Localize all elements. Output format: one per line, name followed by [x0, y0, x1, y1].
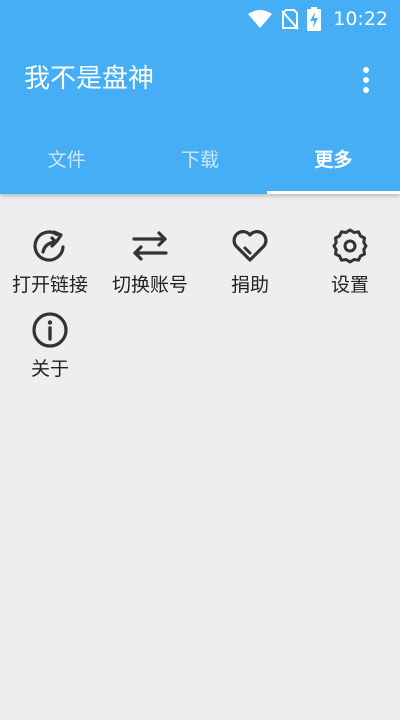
tab-downloads[interactable]: 下载: [133, 128, 266, 194]
tab-label: 文件: [47, 148, 86, 171]
status-bar: 10:22: [0, 0, 400, 38]
status-icons: 10:22: [247, 7, 388, 31]
switch-account-button[interactable]: 切换账号: [100, 226, 200, 310]
heart-icon: [230, 226, 270, 266]
switch-account-label: 切换账号: [111, 274, 188, 296]
tab-label: 下载: [180, 148, 219, 171]
more-vert-icon[interactable]: [354, 64, 378, 96]
open-link-label: 打开链接: [11, 274, 88, 296]
tab-bar: 文件 下载 更多: [0, 128, 400, 194]
about-button[interactable]: 关于: [0, 310, 100, 394]
app-screen: 10:22 我不是盘神 文件 下载 更多 打开链接 切换账号 捐助 设置 关于: [0, 0, 400, 720]
switch-account-icon: [130, 226, 170, 266]
battery-charging-icon: [307, 7, 322, 31]
settings-button[interactable]: 设置: [300, 226, 400, 310]
settings-label: 设置: [330, 274, 369, 296]
donate-label: 捐助: [230, 274, 269, 296]
tab-label: 更多: [314, 148, 353, 171]
tab-indicator: [266, 191, 400, 194]
about-label: 关于: [30, 358, 69, 380]
open-link-button[interactable]: 打开链接: [0, 226, 100, 310]
info-icon: [30, 310, 70, 350]
status-clock: 10:22: [333, 8, 388, 30]
donate-button[interactable]: 捐助: [200, 226, 300, 310]
app-title: 我不是盘神: [24, 64, 155, 94]
more-menu-grid: 打开链接 切换账号 捐助 设置 关于: [0, 226, 400, 394]
tab-files[interactable]: 文件: [0, 128, 133, 194]
no-sim-icon: [281, 8, 299, 30]
open-link-icon: [30, 226, 70, 266]
gear-icon: [330, 226, 370, 266]
wifi-icon: [247, 9, 273, 29]
tab-more[interactable]: 更多: [266, 128, 400, 194]
app-bar: 10:22 我不是盘神 文件 下载 更多: [0, 0, 400, 194]
